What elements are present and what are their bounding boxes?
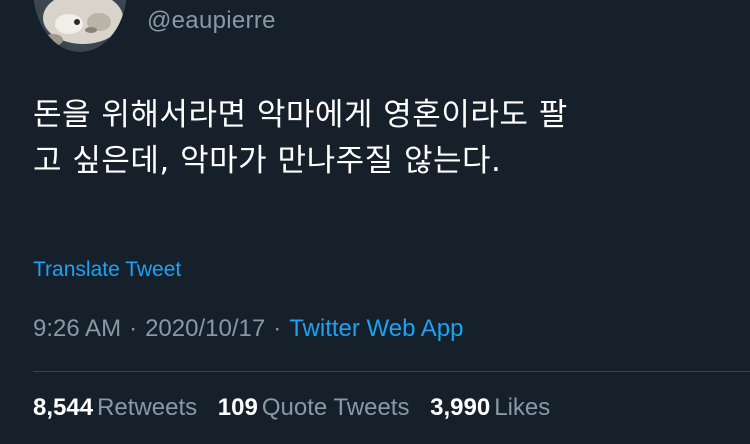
quote-tweets-count: 109 <box>217 394 258 421</box>
meta-separator: · <box>273 315 282 342</box>
tweet-stats: 8,544 Retweets 109 Quote Tweets 3,990 Likes <box>33 392 564 424</box>
avatar[interactable] <box>33 0 127 52</box>
tweet-time: 9:26 AM <box>33 315 122 342</box>
retweets-label: Retweets <box>97 394 198 421</box>
likes-count: 3,990 <box>430 394 491 421</box>
quote-tweets-label: Quote Tweets <box>261 394 410 421</box>
divider <box>33 371 750 372</box>
avatar-dog-image <box>33 0 127 52</box>
quote-tweets-stat[interactable]: 109 Quote Tweets <box>218 392 410 424</box>
tweet-source-link[interactable]: Twitter Web App <box>289 315 463 342</box>
tweet-date: 2020/10/17 <box>145 315 266 342</box>
retweets-stat[interactable]: 8,544 Retweets <box>33 392 197 424</box>
user-handle[interactable]: @eaupierre <box>147 6 276 36</box>
tweet-text: 돈을 위해서라면 악마에게 영혼이라도 팔 고 싶은데, 악마가 만나주질 않는… <box>33 97 568 179</box>
retweets-count: 8,544 <box>33 394 94 421</box>
tweet-metadata: 9:26 AM · 2020/10/17 · Twitter Web App <box>33 313 464 345</box>
translate-tweet-link[interactable]: Translate Tweet <box>33 256 181 284</box>
likes-stat[interactable]: 3,990 Likes <box>430 392 550 424</box>
likes-label: Likes <box>494 394 551 421</box>
meta-separator: · <box>129 315 138 342</box>
